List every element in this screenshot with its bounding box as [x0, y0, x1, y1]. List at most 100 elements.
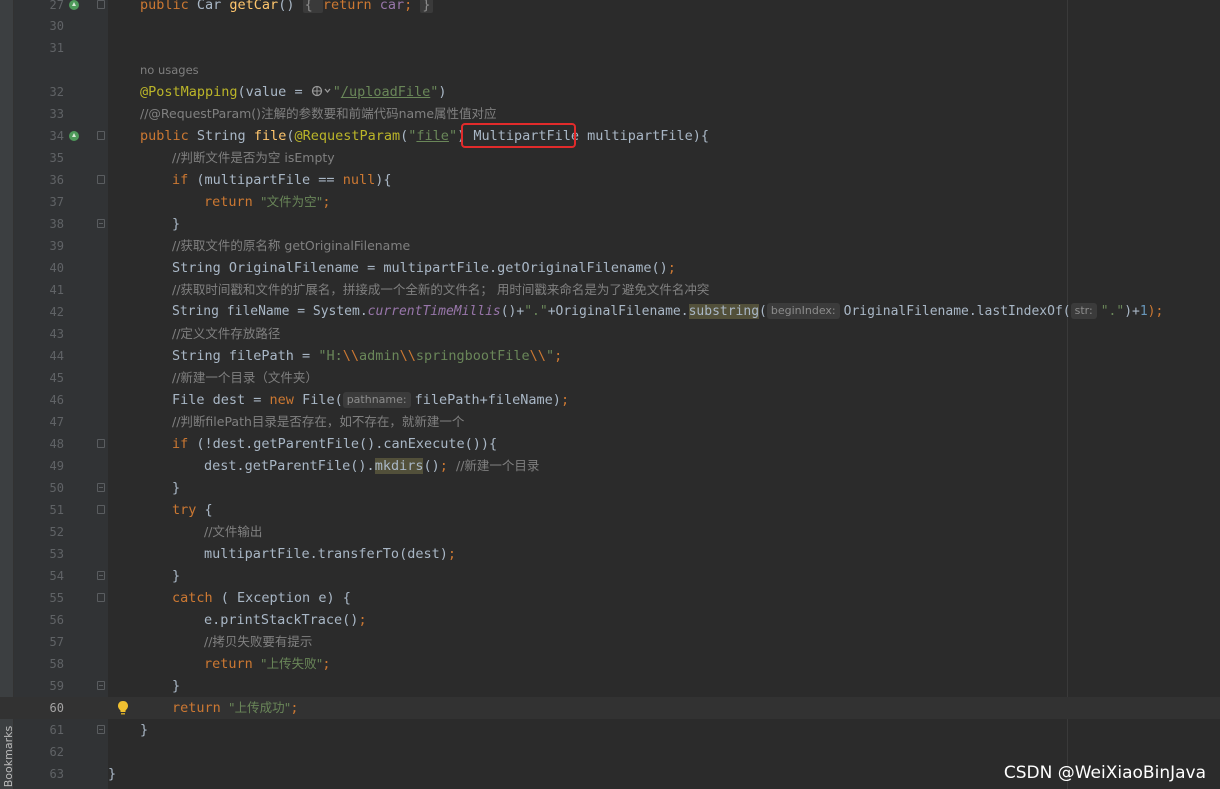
fold-marker[interactable] — [97, 571, 105, 580]
fold-marker[interactable] — [97, 0, 105, 9]
code-text: } — [172, 216, 181, 232]
code-line: 35 //判断文件是否为空 isEmpty — [0, 147, 1220, 169]
param-hint-pathname: pathname: — [342, 392, 411, 408]
code-text: return "文件为空"; — [204, 194, 331, 210]
code-line: 46 File dest = new File(pathname: filePat… — [0, 389, 1220, 411]
code-line: 54 } — [0, 565, 1220, 587]
line-number: 51 — [49, 503, 64, 517]
line-number: 58 — [49, 657, 64, 671]
code-text: return "上传成功"; — [172, 700, 299, 716]
fold-marker[interactable] — [97, 439, 105, 448]
line-number: 30 — [49, 19, 64, 33]
code-text: if (multipartFile == null){ — [172, 172, 392, 188]
code-line: 31 — [0, 37, 1220, 59]
code-text: } — [172, 678, 181, 694]
intention-bulb-icon[interactable] — [116, 699, 130, 717]
line-number: 46 — [49, 393, 64, 407]
web-endpoint-icon[interactable] — [311, 85, 333, 97]
code-line: 38 } — [0, 213, 1220, 235]
fold-marker[interactable] — [97, 131, 105, 140]
fold-marker[interactable] — [97, 219, 105, 228]
line-number: 44 — [49, 349, 64, 363]
fold-marker[interactable] — [97, 175, 105, 184]
usages-hint[interactable]: no usages — [140, 59, 199, 81]
param-hint-str: str: — [1070, 303, 1097, 319]
line-number: 41 — [49, 283, 64, 297]
line-number: 39 — [49, 239, 64, 253]
code-line: 51 try { — [0, 499, 1220, 521]
usages-hint-line: no usages — [0, 59, 1220, 81]
code-line: 34 public String file(@RequestParam("fil… — [0, 125, 1220, 147]
line-number: 27 — [49, 0, 64, 12]
line-number: 57 — [49, 635, 64, 649]
code-line: 37 return "文件为空"; — [0, 191, 1220, 213]
line-number: 47 — [49, 415, 64, 429]
line-number: 40 — [49, 261, 64, 275]
comment: //新建一个目录（文件夹） — [172, 370, 318, 385]
code-line: 44 String filePath = "H:\\admin\\springb… — [0, 345, 1220, 367]
bean-method-icon[interactable] — [68, 129, 82, 143]
line-number: 32 — [49, 85, 64, 99]
line-number: 33 — [49, 107, 64, 121]
bean-method-icon[interactable] — [68, 0, 82, 12]
current-code-line: 60 return "上传成功"; — [0, 697, 1220, 719]
line-number: 56 — [49, 613, 64, 627]
code-text: if (!dest.getParentFile().canExecute()){ — [172, 436, 498, 452]
line-number: 48 — [49, 437, 64, 451]
code-line: 50 } — [0, 477, 1220, 499]
code-line: 56 e.printStackTrace(); — [0, 609, 1220, 631]
line-number: 31 — [49, 41, 64, 55]
code-text: catch ( Exception e) { — [172, 590, 351, 606]
code-text: String OriginalFilename = multipartFile.… — [172, 260, 676, 276]
fold-marker[interactable] — [97, 483, 105, 492]
line-number: 36 — [49, 173, 64, 187]
code-line: 32 @PostMapping(value = "/uploadFile") — [0, 81, 1220, 103]
code-text: e.printStackTrace(); — [204, 612, 367, 628]
comment: //判断filePath目录是否存在，如不存在，就新建一个 — [172, 414, 465, 429]
comment: //定义文件存放路径 — [172, 326, 281, 341]
code-text: @PostMapping(value = "/uploadFile") — [140, 84, 447, 100]
comment: //获取文件的原名称 getOriginalFilename — [172, 238, 411, 253]
comment: //判断文件是否为空 isEmpty — [172, 150, 335, 165]
line-number: 37 — [49, 195, 64, 209]
fold-marker[interactable] — [97, 725, 105, 734]
code-line: 52 //文件输出 — [0, 521, 1220, 543]
fold-marker[interactable] — [97, 681, 105, 690]
comment: //拷贝失败要有提示 — [204, 634, 313, 649]
code-text: try { — [172, 502, 213, 518]
fold-marker[interactable] — [97, 505, 105, 514]
code-line: 42 String fileName = System.currentTimeM… — [0, 301, 1220, 323]
param-hint-beginindex: beginIndex: — [766, 303, 840, 319]
code-line: 43 //定义文件存放路径 — [0, 323, 1220, 345]
line-number: 60 — [49, 701, 64, 715]
comment: //@RequestParam()注解的参数要和前端代码name属性值对应 — [140, 106, 497, 121]
code-line: 58 return "上传失败"; — [0, 653, 1220, 675]
line-number: 49 — [49, 459, 64, 473]
code-text: String filePath = "H:\\admin\\springboot… — [172, 348, 563, 364]
line-number: 50 — [49, 481, 64, 495]
code-text: File dest = new File(pathname: filePath+f… — [172, 392, 570, 408]
code-line: 41 //获取时间戳和文件的扩展名，拼接成一个全新的文件名； 用时间戳来命名是为… — [0, 279, 1220, 301]
line-number: 34 — [49, 129, 64, 143]
code-text: return "上传失败"; — [204, 656, 331, 672]
code-line: 49 dest.getParentFile().mkdirs(); //新建一个… — [0, 455, 1220, 477]
code-line: 40 String OriginalFilename = multipartFi… — [0, 257, 1220, 279]
annotation-highlight-box — [461, 123, 576, 148]
comment: //获取时间戳和文件的扩展名，拼接成一个全新的文件名； 用时间戳来命名是为了避免… — [172, 282, 710, 297]
code-line: 48 if (!dest.getParentFile().canExecute(… — [0, 433, 1220, 455]
line-number: 35 — [49, 151, 64, 165]
code-line: 57 //拷贝失败要有提示 — [0, 631, 1220, 653]
code-text: dest.getParentFile().mkdirs(); //新建一个目录 — [204, 458, 540, 474]
code-line: 55 catch ( Exception e) { — [0, 587, 1220, 609]
fold-marker[interactable] — [97, 593, 105, 602]
code-text: String fileName = System.currentTimeMill… — [172, 303, 1164, 319]
watermark: CSDN @WeiXiaoBinJava — [1003, 763, 1206, 783]
line-number: 55 — [49, 591, 64, 605]
line-number: 38 — [49, 217, 64, 231]
line-number: 43 — [49, 327, 64, 341]
code-line: 45 //新建一个目录（文件夹） — [0, 367, 1220, 389]
line-number: 52 — [49, 525, 64, 539]
code-line: 53 multipartFile.transferTo(dest); — [0, 543, 1220, 565]
code-line: 27 public Car getCar() { return car; } — [0, 0, 1220, 16]
code-text: public String file(@RequestParam("file")… — [140, 128, 710, 144]
